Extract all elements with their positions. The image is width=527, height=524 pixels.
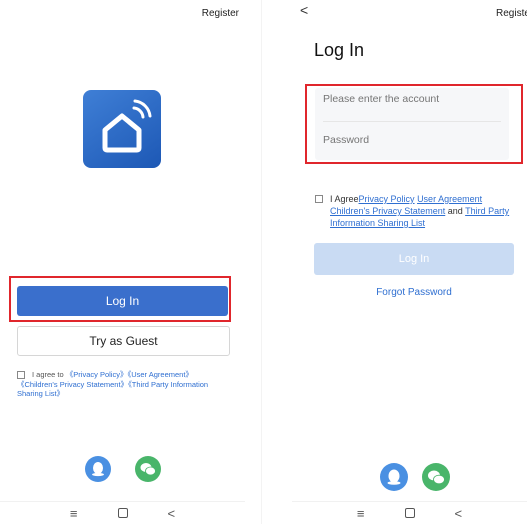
agreement-text: I agree to 《Privacy Policy》《User Agreeme… [17,370,232,399]
privacy-policy-link[interactable]: Privacy Policy [359,194,415,204]
forgot-password-link[interactable]: Forgot Password [314,287,514,298]
agreement-text: I AgreePrivacy Policy User Agreement Chi… [315,193,520,229]
login-button[interactable]: Log In [314,243,514,275]
login-button[interactable]: Log In [17,286,228,316]
agreement-and: and [445,206,466,216]
menu-nav-icon[interactable]: ≡ [70,506,78,521]
back-arrow-icon[interactable]: < [300,2,308,18]
wechat-login-button[interactable] [135,456,161,482]
menu-nav-icon[interactable]: ≡ [357,506,365,521]
welcome-screen: Register Log In Try as Guest I agree to … [0,0,245,524]
children-privacy-link[interactable]: Children's Privacy Statement [330,206,445,216]
agree-checkbox[interactable] [17,371,25,380]
agreement-prefix: I Agree [330,194,359,204]
agreement-prefix: I agree to [32,370,66,379]
back-nav-icon[interactable]: < [168,506,176,521]
home-nav-icon[interactable] [404,508,415,518]
field-divider [323,121,501,122]
login-screen: < Register Log In I AgreePrivacy Policy … [292,0,527,524]
system-navbar: ≡ < [292,502,527,524]
credentials-box [315,88,509,160]
qq-login-button[interactable] [380,463,408,491]
home-nav-icon[interactable] [117,508,128,518]
guest-button[interactable]: Try as Guest [17,326,230,356]
password-input[interactable] [323,134,503,146]
screen-divider [261,0,262,524]
smart-home-icon [102,99,152,153]
wechat-icon [140,463,156,476]
page-title: Log In [314,40,365,60]
agree-checkbox[interactable] [315,195,323,203]
register-link[interactable]: Register [496,8,527,19]
user-agreement-link[interactable]: 《User Agreement》 [127,370,192,379]
app-logo [83,90,161,168]
account-input[interactable] [323,93,503,105]
register-link[interactable]: Register [202,8,239,19]
qq-icon [387,469,401,485]
qq-icon [92,462,104,477]
system-navbar: ≡ < [0,502,245,524]
qq-login-button[interactable] [85,456,111,482]
privacy-policy-link[interactable]: 《Privacy Policy》 [66,370,128,379]
wechat-login-button[interactable] [422,463,450,491]
children-privacy-link[interactable]: 《Children's Privacy Statement》 [17,380,128,389]
back-nav-icon[interactable]: < [455,506,463,521]
wechat-icon [428,470,445,485]
user-agreement-link[interactable]: User Agreement [417,194,482,204]
